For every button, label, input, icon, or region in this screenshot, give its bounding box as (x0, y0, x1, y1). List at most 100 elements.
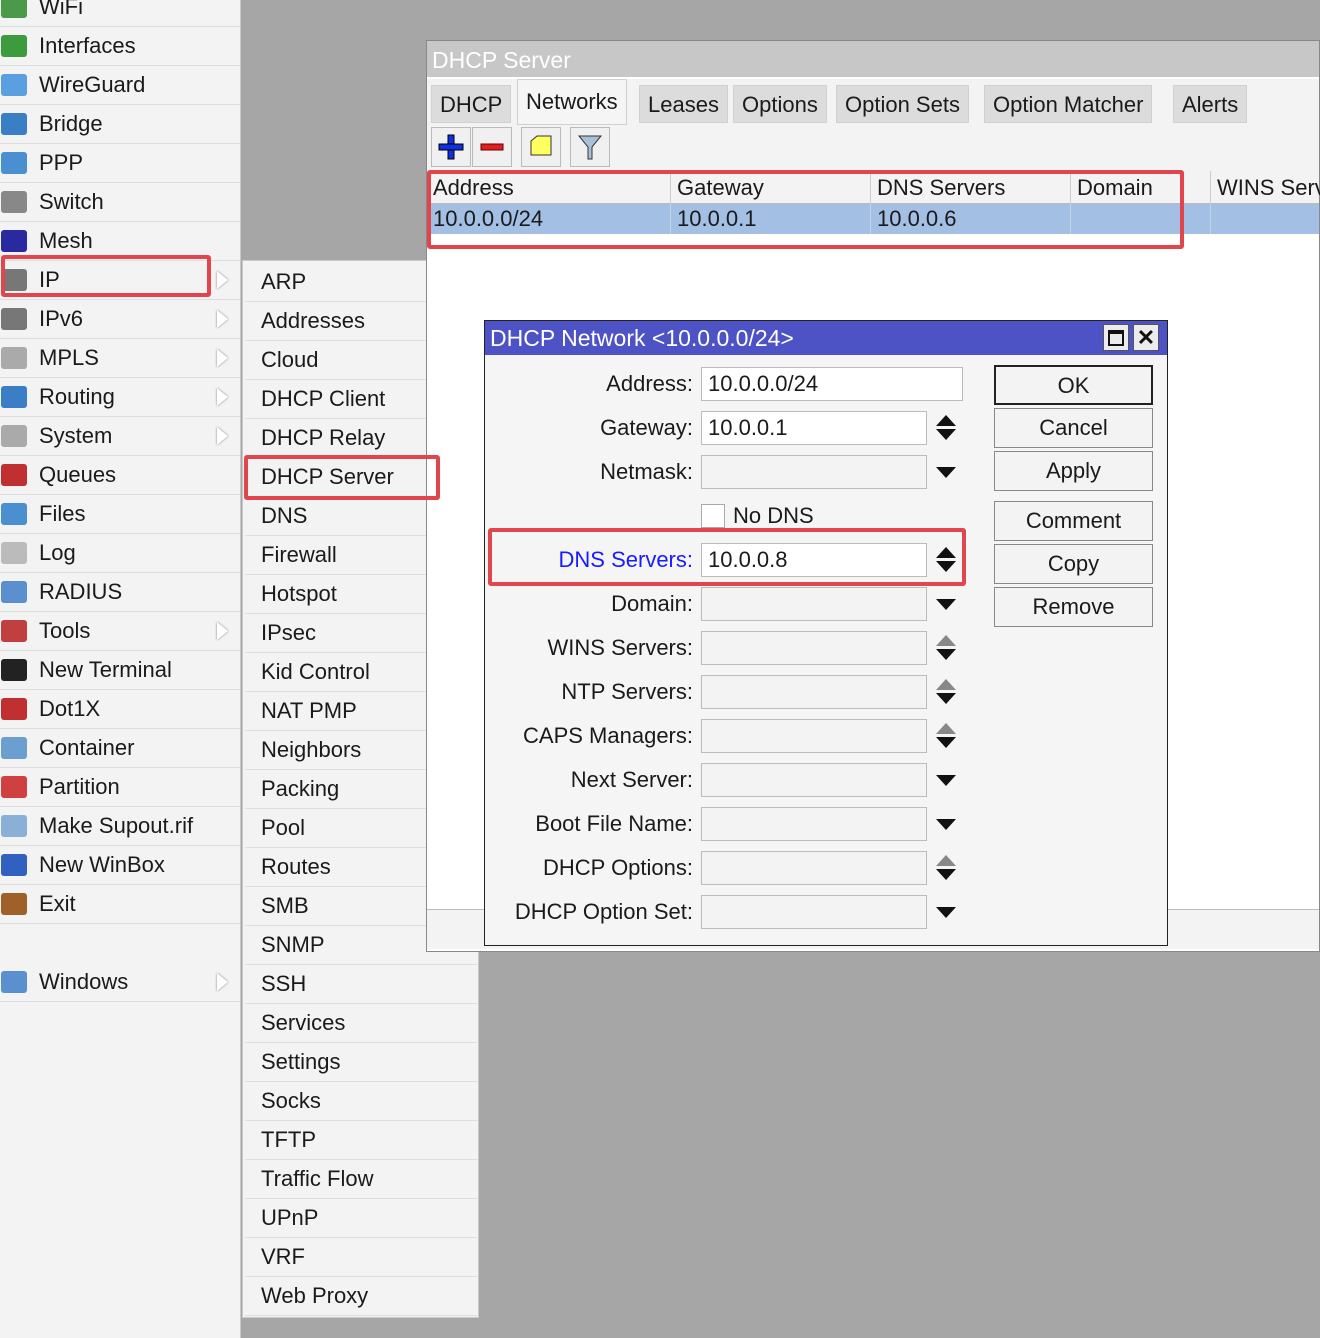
caps-managers-input[interactable] (701, 719, 927, 753)
remove-button[interactable]: Remove (994, 587, 1153, 627)
sidebar-item-ppp[interactable]: PPP (0, 144, 240, 183)
sidebar-item-bridge[interactable]: Bridge (0, 105, 240, 144)
submenu-item-ssh[interactable]: SSH (245, 965, 477, 1004)
copy-button[interactable]: Copy (994, 544, 1153, 584)
sidebar-item-label: Windows (39, 969, 129, 994)
tab-dhcp[interactable]: DHCP (431, 85, 512, 123)
sidebar-item-wireguard[interactable]: WireGuard (0, 66, 240, 105)
ok-button[interactable]: OK (994, 365, 1153, 405)
submenu-arrow-icon (217, 388, 228, 406)
submenu-item-socks[interactable]: Socks (245, 1082, 477, 1121)
address-input[interactable]: 10.0.0.0/24 (701, 367, 963, 401)
spinner-arrows-icon[interactable] (935, 851, 957, 885)
tab-option-sets[interactable]: Option Sets (836, 85, 969, 123)
next-server-input[interactable] (701, 763, 927, 797)
sidebar-item-tools[interactable]: Tools (0, 612, 240, 651)
spinner-arrows-icon[interactable] (935, 631, 957, 665)
gateway-input[interactable]: 10.0.0.1 (701, 411, 927, 445)
submenu-arrow-icon (217, 622, 228, 640)
sidebar-item-label: Exit (39, 891, 76, 916)
add-button[interactable] (431, 127, 471, 167)
table-row[interactable]: 10.0.0.0/24 10.0.0.1 10.0.0.6 (427, 204, 1319, 234)
tab-networks[interactable]: Networks (517, 79, 627, 125)
spinner-arrows-icon[interactable] (935, 543, 957, 577)
cancel-button[interactable]: Cancel (994, 408, 1153, 448)
submenu-item-web-proxy[interactable]: Web Proxy (245, 1277, 477, 1316)
column-header-gateway[interactable]: Gateway (671, 171, 871, 204)
wins-servers-label: WINS Servers: (547, 635, 693, 660)
netmask-input[interactable] (701, 455, 927, 489)
sidebar-item-label: RADIUS (39, 579, 123, 604)
sidebar-item-new-winbox[interactable]: New WinBox (0, 846, 240, 885)
dialog-title-bar[interactable]: DHCP Network <10.0.0.0/24> ✕ (485, 321, 1167, 355)
sidebar-item-radius[interactable]: RADIUS (0, 573, 240, 612)
sidebar-item-routing[interactable]: Routing (0, 378, 240, 417)
dropdown-arrow-icon[interactable] (935, 587, 957, 621)
submenu-item-tftp[interactable]: TFTP (245, 1121, 477, 1160)
column-header-domain[interactable]: Domain (1071, 171, 1211, 204)
boot-file-name-input[interactable] (701, 807, 927, 841)
no-dns-checkbox[interactable] (701, 504, 725, 528)
column-header-dns-servers[interactable]: DNS Servers (871, 171, 1071, 204)
filter-button[interactable] (570, 127, 610, 167)
sidebar-item-partition[interactable]: Partition (0, 768, 240, 807)
domain-label: Domain: (611, 591, 693, 616)
tab-alerts[interactable]: Alerts (1173, 85, 1248, 123)
dhcp-option-set-input[interactable] (701, 895, 927, 929)
dns-servers-input[interactable]: 10.0.0.8 (701, 543, 927, 577)
column-header-address[interactable]: Address (427, 171, 671, 204)
dhcp-options-input[interactable] (701, 851, 927, 885)
dropdown-arrow-icon[interactable] (935, 763, 957, 797)
sidebar-item-system[interactable]: System (0, 417, 240, 456)
sidebar-item-log[interactable]: Log (0, 534, 240, 573)
spinner-arrows-icon[interactable] (935, 411, 957, 445)
files-icon (1, 503, 27, 525)
interfaces-icon (1, 35, 27, 57)
submenu-item-upnp[interactable]: UPnP (245, 1199, 477, 1238)
sidebar-item-interfaces[interactable]: Interfaces (0, 27, 240, 66)
sidebar-item-label: IPv6 (39, 306, 84, 331)
remove-button[interactable] (472, 127, 512, 167)
submenu-item-traffic-flow[interactable]: Traffic Flow (245, 1160, 477, 1199)
sidebar-item-make-supout-rif[interactable]: Make Supout.rif (0, 807, 240, 846)
sidebar-item-wifi[interactable]: WiFi (0, 0, 240, 27)
sidebar-item-files[interactable]: Files (0, 495, 240, 534)
submenu-item-services[interactable]: Services (245, 1004, 477, 1043)
tab-bar: DHCP Networks Leases Options Option Sets Opti… (427, 79, 1319, 125)
sidebar-item-mesh[interactable]: Mesh (0, 222, 240, 261)
apply-button[interactable]: Apply (994, 451, 1153, 491)
sidebar-item-mpls[interactable]: MPLS (0, 339, 240, 378)
sidebar-item-switch[interactable]: Switch (0, 183, 240, 222)
toolbar (427, 125, 1319, 171)
window-title[interactable]: DHCP Server (427, 41, 1319, 77)
sidebar-item-windows[interactable]: Windows (0, 963, 240, 1002)
comment-button[interactable]: Comment (994, 501, 1153, 541)
domain-input[interactable] (701, 587, 927, 621)
submenu-item-settings[interactable]: Settings (245, 1043, 477, 1082)
tab-option-matcher[interactable]: Option Matcher (984, 85, 1153, 123)
submenu-item-vrf[interactable]: VRF (245, 1238, 477, 1277)
spinner-arrows-icon[interactable] (935, 675, 957, 709)
sidebar-item-label: System (39, 423, 113, 448)
close-button[interactable]: ✕ (1133, 324, 1159, 351)
ntp-servers-input[interactable] (701, 675, 927, 709)
dropdown-arrow-icon[interactable] (935, 807, 957, 841)
sidebar-item-new-terminal[interactable]: New Terminal (0, 651, 240, 690)
dropdown-arrow-icon[interactable] (935, 455, 957, 489)
sidebar-item-container[interactable]: Container (0, 729, 240, 768)
sidebar-item-ip[interactable]: IP (0, 261, 240, 300)
spinner-arrows-icon[interactable] (935, 719, 957, 753)
sidebar-item-dot1x[interactable]: Dot1X (0, 690, 240, 729)
maximize-button[interactable] (1103, 324, 1129, 351)
sidebar-item-exit[interactable]: Exit (0, 885, 240, 924)
wins-servers-input[interactable] (701, 631, 927, 665)
sidebar-item-ipv6[interactable]: IPv6 (0, 300, 240, 339)
maximize-icon (1108, 329, 1124, 346)
sidebar-item-label: Partition (39, 774, 120, 799)
sidebar-item-queues[interactable]: Queues (0, 456, 240, 495)
tab-leases[interactable]: Leases (639, 85, 728, 123)
comment-button[interactable] (521, 127, 561, 167)
dropdown-arrow-icon[interactable] (935, 895, 957, 929)
tab-options[interactable]: Options (733, 85, 827, 123)
column-header-wins-serv[interactable]: WINS Serv (1211, 171, 1320, 204)
